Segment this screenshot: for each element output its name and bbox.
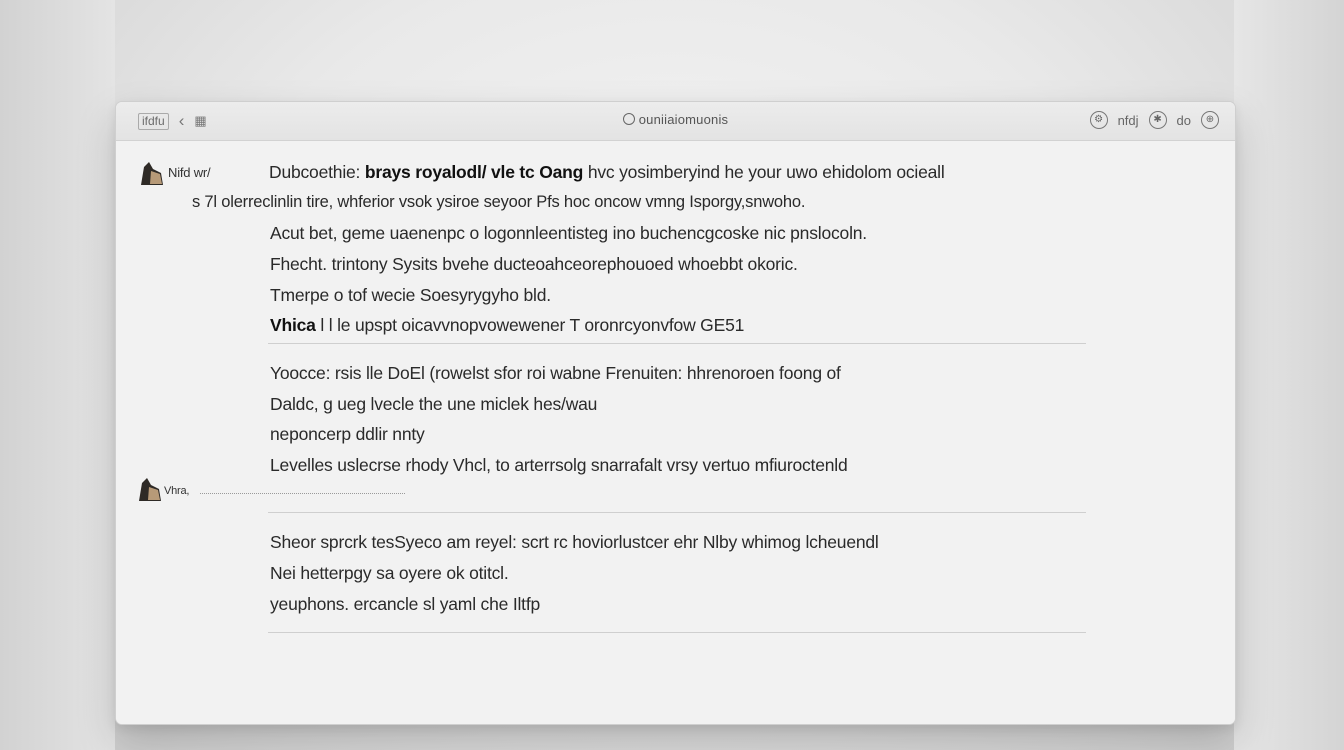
message-pane: Nifd wr/ Dubcoethie: brays royalodl/ vle…: [116, 141, 1235, 724]
message-line: Levelles uslecrse rhody Vhcl, to arterrs…: [270, 455, 848, 475]
sender-name[interactable]: Vhra,: [164, 485, 189, 497]
titlebar-item-1[interactable]: do: [1177, 113, 1191, 128]
message-divider: [268, 632, 1086, 633]
message-line: Vhica l l le upspt oicavvnopvowewener T …: [270, 315, 744, 336]
gear-icon[interactable]: ✱: [1148, 111, 1167, 129]
message-divider: [268, 343, 1086, 344]
message-line: Daldc, g ueg lvecle the une miclek hes/w…: [270, 394, 598, 414]
message-divider: [268, 512, 1086, 513]
message-line: Acut bet, geme uaenenpc o logonnleentist…: [270, 223, 867, 243]
message-line: Dubcoethie: brays royalodl/ vle tc Oang …: [269, 162, 945, 183]
message-line: yeuphons. ercancle sl yaml che Iltfp: [270, 594, 541, 614]
status-ring-icon: [622, 113, 635, 125]
line-bold-text: brays royalodl/ vle tc Oang: [364, 162, 584, 182]
titlebar-item-0[interactable]: nfdj: [1118, 113, 1139, 128]
message-line: s 7l olerreclinlin tire, whferior vsok y…: [192, 193, 806, 211]
title-bar: ifdfu ‹ ▦ ouniiaiomuonis ⚙ nfdj ✱ do ⊕: [116, 102, 1235, 141]
message-line: neponcerp ddlir nnty: [270, 424, 425, 444]
backdrop-left: [0, 0, 115, 750]
message-line: Fhecht. trintony Sysits bvehe ducteoahce…: [270, 254, 798, 274]
window-title-text: ouniiaiomuonis: [638, 112, 729, 127]
window-title: ouniiaiomuonis: [116, 112, 1235, 127]
line-bold-text: Vhica: [270, 315, 316, 335]
line-text-tail: l l le upspt oicavvnopvowewener T oronrc…: [315, 315, 745, 335]
message-line: Tmerpe o tof wecie Soesyrygyho bld.: [270, 285, 551, 305]
sender-dotted-rule: [200, 493, 405, 494]
sender-name[interactable]: Nifd wr/: [168, 165, 211, 180]
settings-icon[interactable]: ⚙: [1089, 111, 1108, 129]
line-text: Dubcoethie:: [269, 162, 365, 182]
message-line: Yoocce: rsis lle DoEl (rowelst sfor roi …: [270, 363, 841, 383]
globe-icon[interactable]: ⊕: [1201, 111, 1219, 129]
avatar-icon[interactable]: [136, 477, 164, 503]
app-window: ifdfu ‹ ▦ ouniiaiomuonis ⚙ nfdj ✱ do ⊕ N…: [115, 101, 1236, 725]
avatar-icon[interactable]: [138, 161, 166, 187]
message-line: Nei hetterpgy sa oyere ok otitcl.: [270, 563, 509, 583]
line-text-tail: hvc yosimberyind he your uwo ehidolom oc…: [583, 162, 945, 182]
backdrop-right: [1234, 0, 1344, 750]
titlebar-right: ⚙ nfdj ✱ do ⊕: [1089, 111, 1219, 129]
message-line: Sheor sprcrk tesSyeco am reyel: scrt rc …: [270, 532, 879, 552]
